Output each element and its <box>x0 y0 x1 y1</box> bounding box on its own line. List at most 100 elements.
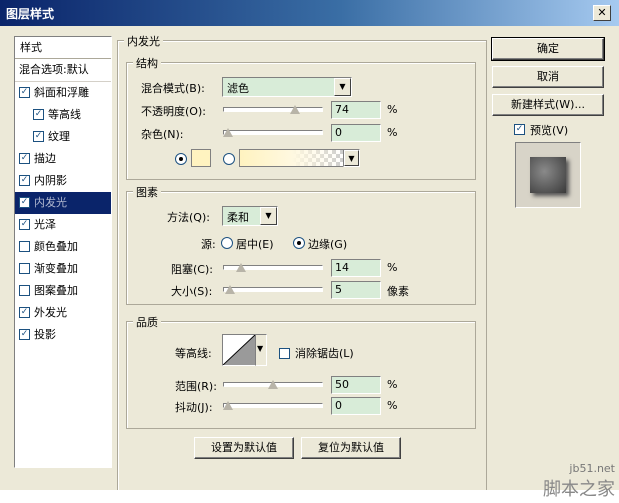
jitter-field[interactable]: 0 <box>331 397 381 415</box>
contour-thumbnail[interactable] <box>222 334 256 366</box>
style-item[interactable]: ✓ 内发光 <box>15 192 111 214</box>
source-center-label[interactable]: 居中(E) <box>236 236 274 252</box>
jitter-unit: % <box>387 399 398 412</box>
size-slider[interactable] <box>223 285 323 295</box>
style-item[interactable]: ✓ 纹理 <box>15 126 111 148</box>
opacity-field[interactable]: 74 <box>331 101 381 119</box>
noise-slider[interactable] <box>223 128 323 138</box>
checkbox-icon[interactable] <box>19 284 30 296</box>
cancel-button[interactable]: 取消 <box>492 66 604 88</box>
slider-thumb[interactable] <box>236 263 246 272</box>
slider-track <box>223 287 323 292</box>
choke-unit: % <box>387 261 398 274</box>
contour-picker[interactable]: ▼ <box>255 334 267 366</box>
style-item[interactable]: ✓ 投影 <box>15 324 111 346</box>
noise-field[interactable]: 0 <box>331 124 381 142</box>
method-label: 方法(Q): <box>167 211 210 224</box>
contour-curve-icon <box>223 335 255 365</box>
slider-thumb[interactable] <box>290 105 300 114</box>
noise-label: 杂色(N): <box>141 128 184 141</box>
source-edge-radio[interactable] <box>293 237 305 249</box>
checked-checkbox-icon[interactable]: ✓ <box>33 130 44 142</box>
contour-label: 等高线: <box>175 347 212 360</box>
checked-checkbox-icon[interactable]: ✓ <box>19 174 30 186</box>
preview-checkbox[interactable]: ✓ <box>514 124 525 135</box>
style-item[interactable]: 颜色叠加 <box>15 236 111 258</box>
style-item[interactable]: ✓ 内阴影 <box>15 170 111 192</box>
checked-checkbox-icon[interactable]: ✓ <box>19 306 30 318</box>
watermark-url: jb51.net <box>569 462 615 475</box>
quality-label: 品质 <box>133 314 161 330</box>
quality-group: 品质 等高线: ▼ 消除锯齿(L) 范围(R): 50 % 抖动(J): 0 % <box>126 314 476 429</box>
choke-slider[interactable] <box>223 263 323 273</box>
opacity-slider[interactable] <box>223 105 323 115</box>
style-item[interactable]: ✓ 斜面和浮雕 <box>15 82 111 104</box>
inner-glow-panel: 内发光 结构 混合模式(B): 滤色 ▼ 不透明度(O): 74 % 杂色(N)… <box>117 33 487 497</box>
range-slider[interactable] <box>223 380 323 390</box>
layer-style-dialog: 图层样式 ✕ 样式 混合选项:默认 ✓ 斜面和浮雕 ✓ 等高线 ✓ 纹理 ✓ 描边 ✓ 内阴影 ✓ 内… <box>0 0 619 503</box>
jitter-slider[interactable] <box>223 401 323 411</box>
checked-checkbox-icon[interactable]: ✓ <box>19 196 30 208</box>
reset-default-button[interactable]: 复位为默认值 <box>301 437 401 459</box>
jitter-label: 抖动(J): <box>175 401 213 414</box>
slider-thumb[interactable] <box>223 128 233 137</box>
blend-mode-select[interactable]: 滤色 ▼ <box>222 77 352 97</box>
slider-thumb[interactable] <box>268 380 278 389</box>
style-item[interactable]: ✓ 描边 <box>15 148 111 170</box>
style-list: 样式 混合选项:默认 ✓ 斜面和浮雕 ✓ 等高线 ✓ 纹理 ✓ 描边 ✓ 内阴影 ✓ 内发光 ✓ 光泽 颜色… <box>14 36 112 468</box>
ok-button[interactable]: 确定 <box>491 37 605 61</box>
checked-checkbox-icon[interactable]: ✓ <box>19 218 30 230</box>
slider-thumb[interactable] <box>223 401 233 410</box>
slider-track <box>223 107 323 112</box>
gradient-radio[interactable] <box>223 153 235 165</box>
choke-field[interactable]: 14 <box>331 259 381 277</box>
structure-label: 结构 <box>133 55 161 71</box>
blend-options-item[interactable]: 混合选项:默认 <box>15 59 111 82</box>
checked-checkbox-icon[interactable]: ✓ <box>19 328 30 340</box>
blend-mode-value: 滤色 <box>227 82 249 95</box>
checkbox-icon[interactable] <box>19 262 30 274</box>
title-bar: 图层样式 ✕ <box>0 0 619 26</box>
source-edge-label[interactable]: 边缘(G) <box>308 236 347 252</box>
source-center-radio[interactable] <box>221 237 233 249</box>
antialias-label[interactable]: 消除锯齿(L) <box>295 345 354 361</box>
chevron-down-icon: ▼ <box>260 207 277 225</box>
style-item[interactable]: ✓ 光泽 <box>15 214 111 236</box>
gradient-swatch[interactable] <box>239 149 345 167</box>
chevron-down-icon: ▼ <box>344 150 359 166</box>
solid-color-radio[interactable] <box>175 153 187 165</box>
elements-label: 图素 <box>133 184 161 200</box>
checked-checkbox-icon[interactable]: ✓ <box>19 86 30 98</box>
antialias-checkbox[interactable] <box>279 348 290 359</box>
style-item[interactable]: 渐变叠加 <box>15 258 111 280</box>
new-style-button[interactable]: 新建样式(W)... <box>492 94 604 116</box>
range-field[interactable]: 50 <box>331 376 381 394</box>
style-item[interactable]: 图案叠加 <box>15 280 111 302</box>
checkbox-icon[interactable] <box>19 240 30 252</box>
style-item[interactable]: ✓ 外发光 <box>15 302 111 324</box>
method-select[interactable]: 柔和 ▼ <box>222 206 278 226</box>
style-item-label: 外发光 <box>34 306 67 319</box>
preview-label[interactable]: 预览(V) <box>530 122 568 138</box>
gradient-picker[interactable]: ▼ <box>343 149 360 167</box>
style-list-header[interactable]: 样式 <box>15 37 111 59</box>
slider-thumb[interactable] <box>225 285 235 294</box>
size-label: 大小(S): <box>171 285 213 298</box>
make-default-button[interactable]: 设置为默认值 <box>194 437 294 459</box>
blend-mode-label: 混合模式(B): <box>141 82 205 95</box>
style-item-label: 光泽 <box>34 218 56 231</box>
style-item-label: 颜色叠加 <box>34 240 78 253</box>
close-icon[interactable]: ✕ <box>593 5 611 21</box>
style-item-label: 等高线 <box>48 108 81 121</box>
style-item[interactable]: ✓ 等高线 <box>15 104 111 126</box>
checked-checkbox-icon[interactable]: ✓ <box>19 152 30 164</box>
chevron-down-icon: ▼ <box>334 78 351 96</box>
glow-color-swatch[interactable] <box>191 149 211 167</box>
slider-track <box>223 403 323 408</box>
size-field[interactable]: 5 <box>331 281 381 299</box>
source-label: 源: <box>201 238 216 251</box>
elements-group: 图素 方法(Q): 柔和 ▼ 源: 居中(E) 边缘(G) 阻塞(C): 14 … <box>126 184 476 305</box>
range-unit: % <box>387 378 398 391</box>
checked-checkbox-icon[interactable]: ✓ <box>33 108 44 120</box>
style-item-label: 渐变叠加 <box>34 262 78 275</box>
